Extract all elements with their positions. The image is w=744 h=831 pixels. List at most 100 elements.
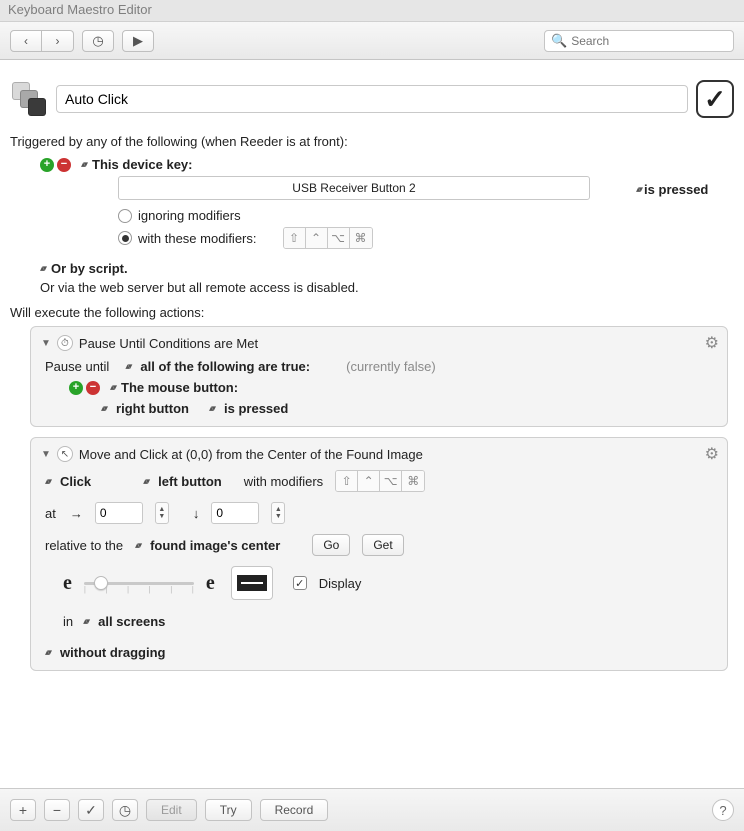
- pressed-label: is pressed: [224, 401, 288, 416]
- action-gear-icon[interactable]: ⚙: [705, 333, 719, 353]
- get-button[interactable]: Get: [362, 534, 403, 556]
- add-condition-button[interactable]: +: [69, 381, 83, 395]
- without-dragging-label: without dragging: [60, 645, 165, 660]
- action-pause-until[interactable]: ⚙ ▼ ⏱ Pause Until Conditions are Met Pau…: [30, 326, 728, 427]
- click-label: Click: [60, 474, 91, 489]
- pause-all-label: all of the following are true:: [140, 359, 310, 374]
- macro-icon[interactable]: [10, 80, 48, 118]
- nav-forward-button[interactable]: ›: [42, 30, 74, 52]
- window-title-bar: Keyboard Maestro Editor: [0, 0, 744, 22]
- help-button[interactable]: ?: [712, 799, 734, 821]
- modifiers-grid[interactable]: ⇧ ⌃ ⌥ ⌘: [283, 227, 373, 249]
- or-script-label: Or by script.: [51, 261, 128, 276]
- webserver-note: Or via the web server but all remote acc…: [40, 280, 734, 295]
- found-center-label: found image's center: [150, 538, 280, 553]
- remove-trigger-button[interactable]: −: [57, 158, 71, 172]
- relative-to-popup[interactable]: ▴▾: [135, 540, 140, 551]
- ignore-modifiers-radio[interactable]: [118, 209, 132, 223]
- x-stepper[interactable]: ▲▼: [155, 502, 169, 524]
- pause-match-popup[interactable]: ▴▾: [125, 361, 130, 372]
- search-field[interactable]: 🔍: [544, 30, 734, 52]
- display-checkbox[interactable]: ✓: [293, 576, 307, 590]
- run-button[interactable]: ▶: [122, 30, 154, 52]
- relative-to-label: relative to the: [45, 538, 123, 553]
- action-move-and-click[interactable]: ⚙ ▼ ↖ Move and Click at (0,0) from the C…: [30, 437, 728, 671]
- press-mode-popup[interactable]: ▴▾: [636, 184, 641, 195]
- clock-icon: ◷: [92, 33, 103, 49]
- ignore-modifiers-label: ignoring modifiers: [138, 208, 241, 223]
- found-image-well[interactable]: [231, 566, 273, 600]
- y-offset-input[interactable]: [211, 502, 259, 524]
- found-image-thumb: [237, 575, 267, 591]
- command-mod-icon[interactable]: ⌘: [402, 471, 424, 491]
- action-title: Pause Until Conditions are Met: [79, 336, 258, 351]
- y-stepper[interactable]: ▲▼: [271, 502, 285, 524]
- action-gear-icon[interactable]: ⚙: [705, 444, 719, 464]
- disclosure-triangle-icon[interactable]: ▼: [41, 338, 51, 349]
- fuzz-max-label: e: [206, 572, 215, 595]
- edit-button[interactable]: Edit: [146, 799, 197, 821]
- check-icon: ✓: [704, 84, 726, 115]
- remove-action-button[interactable]: −: [44, 799, 70, 821]
- window-title: Keyboard Maestro Editor: [8, 2, 152, 17]
- script-trigger-popup[interactable]: ▴▾: [40, 263, 45, 274]
- go-button[interactable]: Go: [312, 534, 350, 556]
- toolbar: ‹ › ◷ ▶ 🔍: [0, 22, 744, 60]
- with-modifiers-radio[interactable]: [118, 231, 132, 245]
- disclosure-triangle-icon[interactable]: ▼: [41, 449, 51, 460]
- drag-mode-popup[interactable]: ▴▾: [45, 647, 50, 658]
- search-icon: 🔍: [551, 33, 567, 49]
- search-input[interactable]: [571, 34, 727, 48]
- arrow-down-icon: ↓: [193, 506, 200, 521]
- display-label: Display: [319, 576, 362, 591]
- x-offset-input[interactable]: [95, 502, 143, 524]
- macro-name-input[interactable]: [56, 85, 688, 113]
- question-icon: ?: [719, 803, 726, 818]
- screen-scope-popup[interactable]: ▴▾: [83, 616, 88, 627]
- in-label: in: [63, 614, 73, 629]
- recent-button[interactable]: ◷: [82, 30, 114, 52]
- macro-enabled-toggle[interactable]: ✓: [696, 80, 734, 118]
- nav-back-button[interactable]: ‹: [10, 30, 42, 52]
- is-pressed-label: is pressed: [644, 182, 708, 197]
- click-button-popup[interactable]: ▴▾: [143, 476, 148, 487]
- minus-icon: −: [53, 802, 61, 818]
- remove-condition-button[interactable]: −: [86, 381, 100, 395]
- footer-bar: + − ✓ ◷ Edit Try Record ?: [0, 788, 744, 831]
- trigger-add-remove: + −: [40, 158, 71, 172]
- option-mod-icon[interactable]: ⌥: [380, 471, 402, 491]
- control-mod-icon[interactable]: ⌃: [358, 471, 380, 491]
- add-trigger-button[interactable]: +: [40, 158, 54, 172]
- control-mod-icon[interactable]: ⌃: [306, 228, 328, 248]
- try-button[interactable]: Try: [205, 799, 252, 821]
- show-actions-button[interactable]: ◷: [112, 799, 138, 821]
- fuzz-min-label: e: [63, 572, 72, 595]
- at-label: at: [45, 506, 56, 521]
- shift-mod-icon[interactable]: ⇧: [336, 471, 358, 491]
- click-type-popup[interactable]: ▴▾: [45, 476, 50, 487]
- trigger-type-popup[interactable]: ▴▾: [81, 159, 86, 170]
- condition-type-popup[interactable]: ▴▾: [110, 382, 115, 393]
- chevron-right-icon: ›: [56, 34, 60, 48]
- plus-icon: +: [19, 802, 27, 818]
- with-modifiers-label: with these modifiers:: [138, 231, 257, 246]
- enable-action-button[interactable]: ✓: [78, 799, 104, 821]
- play-icon: ▶: [133, 33, 143, 49]
- action-title: Move and Click at (0,0) from the Center …: [79, 447, 423, 462]
- fuzziness-slider[interactable]: ||||||: [84, 572, 194, 594]
- which-button-popup[interactable]: ▴▾: [101, 403, 106, 414]
- editor-content: ✓ Triggered by any of the following (whe…: [0, 60, 744, 788]
- chevron-left-icon: ‹: [24, 34, 28, 48]
- record-button[interactable]: Record: [260, 799, 329, 821]
- trigger-intro: Triggered by any of the following (when …: [10, 134, 734, 149]
- option-mod-icon[interactable]: ⌥: [328, 228, 350, 248]
- trigger-device-key: + − ▴▾ This device key: USB Receiver But…: [40, 157, 734, 249]
- button-state-popup[interactable]: ▴▾: [209, 403, 214, 414]
- device-key-field[interactable]: USB Receiver Button 2: [118, 176, 590, 200]
- mouse-button-label: The mouse button:: [121, 380, 238, 395]
- add-action-button[interactable]: +: [10, 799, 36, 821]
- arrow-right-icon: →: [70, 506, 83, 521]
- command-mod-icon[interactable]: ⌘: [350, 228, 372, 248]
- click-modifiers-grid[interactable]: ⇧ ⌃ ⌥ ⌘: [335, 470, 425, 492]
- shift-mod-icon[interactable]: ⇧: [284, 228, 306, 248]
